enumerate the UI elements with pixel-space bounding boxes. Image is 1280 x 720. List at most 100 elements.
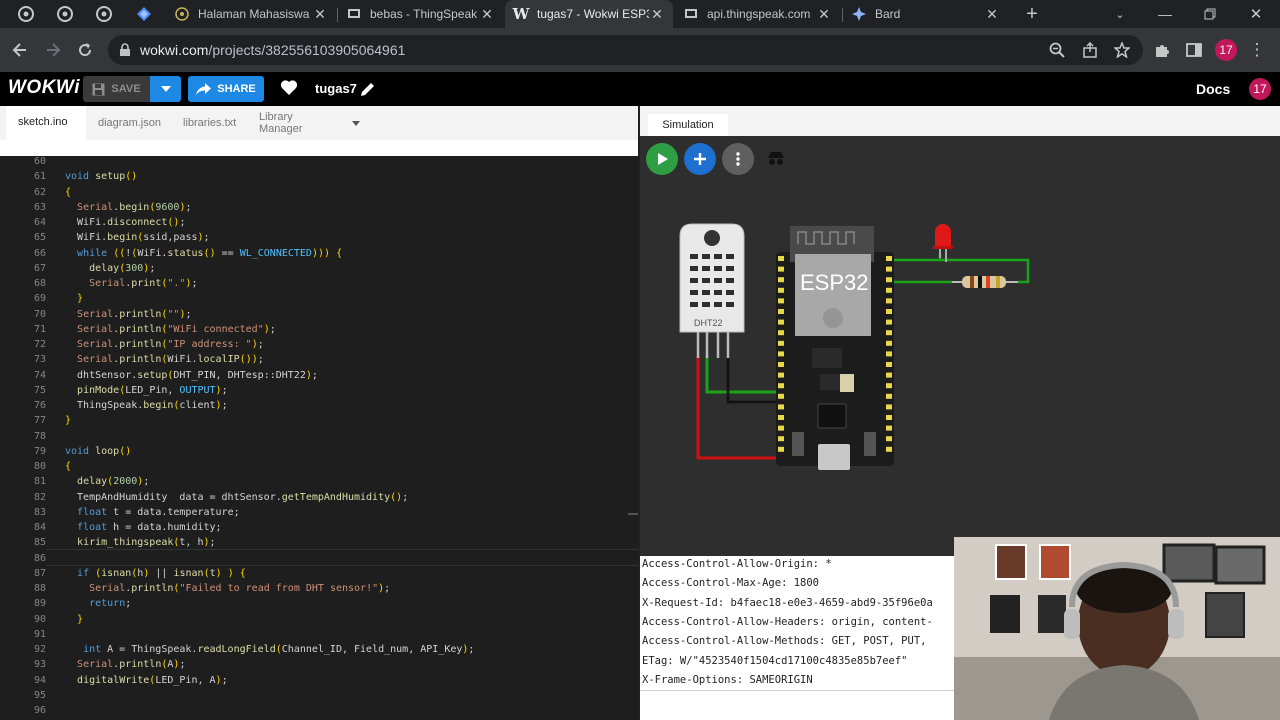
browser-tab-4[interactable]: Bard ✕: [843, 0, 1008, 28]
code-line[interactable]: Serial.print(".");: [65, 278, 197, 289]
close-tab-icon[interactable]: ✕: [649, 6, 665, 23]
header-pin[interactable]: [778, 277, 784, 283]
browser-tab-2[interactable]: W tugas7 - Wokwi ESP32 ✕: [505, 0, 673, 28]
header-pin[interactable]: [886, 404, 892, 410]
code-line[interactable]: digitalWrite(LED_Pin, A);: [65, 675, 228, 686]
header-pin[interactable]: [886, 298, 892, 304]
close-window-icon[interactable]: ✕: [1246, 4, 1266, 24]
code-line[interactable]: }: [65, 293, 83, 304]
red-led[interactable]: [933, 224, 953, 262]
tab-diagram-json[interactable]: diagram.json: [86, 106, 172, 140]
browser-tab-0[interactable]: Halaman Mahasiswa ✕: [166, 0, 336, 28]
bookmark-star-icon[interactable]: [1110, 38, 1134, 62]
header-pin[interactable]: [886, 425, 892, 431]
code-line[interactable]: WiFi.disconnect();: [65, 217, 185, 228]
browser-tab-1[interactable]: bebas - ThingSpeak ✕: [338, 0, 503, 28]
header-pin[interactable]: [778, 340, 784, 346]
header-pin[interactable]: [778, 404, 784, 410]
more-vert-icon[interactable]: ⋮: [1245, 38, 1269, 62]
address-bar[interactable]: wokwi.com/projects/382556103905064961: [108, 35, 1143, 65]
wokwi-profile-avatar[interactable]: 17: [1249, 78, 1271, 100]
extensions-puzzle-icon[interactable]: [1150, 38, 1174, 62]
code-line[interactable]: Serial.println("WiFi connected");: [65, 324, 276, 335]
header-pin[interactable]: [886, 330, 892, 336]
pinned-tab-3[interactable]: [94, 4, 114, 24]
code-line[interactable]: Serial.println(A);: [65, 659, 185, 670]
lock-icon[interactable]: [119, 43, 131, 57]
code-line[interactable]: float h = data.humidity;: [65, 522, 222, 533]
header-pin[interactable]: [886, 351, 892, 357]
profile-avatar[interactable]: 17: [1215, 39, 1237, 61]
header-pin[interactable]: [886, 266, 892, 272]
code-line[interactable]: if (isnan(h) || isnan(t) ) {: [65, 568, 246, 579]
header-pin[interactable]: [886, 319, 892, 325]
save-button[interactable]: SAVE: [83, 76, 150, 102]
zoom-icon[interactable]: [1045, 38, 1069, 62]
header-pin[interactable]: [778, 330, 784, 336]
pinned-tab-1[interactable]: [16, 4, 36, 24]
header-pin[interactable]: [886, 372, 892, 378]
header-pin[interactable]: [778, 287, 784, 293]
code-line[interactable]: void setup(): [65, 171, 137, 182]
serial-monitor[interactable]: Access-Control-Allow-Origin: * Access-Con…: [640, 556, 954, 720]
pencil-icon[interactable]: [360, 82, 375, 97]
code-line[interactable]: TempAndHumidity data = dhtSensor.getTemp…: [65, 492, 408, 503]
header-pin[interactable]: [778, 446, 784, 452]
close-tab-icon[interactable]: ✕: [984, 6, 1000, 23]
editor-scroll-indicator[interactable]: [628, 513, 638, 515]
header-pin[interactable]: [886, 393, 892, 399]
new-tab-icon[interactable]: +: [1022, 3, 1042, 25]
code-line[interactable]: }: [65, 614, 83, 625]
close-tab-icon[interactable]: ✕: [816, 6, 832, 23]
code-line[interactable]: delay(300);: [65, 263, 155, 274]
pinned-tab-4[interactable]: [134, 4, 154, 24]
close-tab-icon[interactable]: ✕: [479, 6, 495, 23]
header-pin[interactable]: [886, 309, 892, 314]
wokwi-logo[interactable]: WOKWi: [8, 77, 80, 99]
header-pin[interactable]: [778, 372, 784, 378]
tab-simulation[interactable]: Simulation: [648, 114, 728, 136]
share-page-icon[interactable]: [1078, 38, 1102, 62]
header-pin[interactable]: [778, 351, 784, 357]
header-pin[interactable]: [778, 362, 784, 367]
forward-arrow-icon[interactable]: [41, 38, 65, 62]
header-pin[interactable]: [778, 266, 784, 272]
code-line[interactable]: {: [65, 187, 71, 198]
header-pin[interactable]: [778, 256, 784, 261]
code-line[interactable]: pinMode(LED_Pin, OUTPUT);: [65, 385, 228, 396]
header-pin[interactable]: [886, 436, 892, 442]
tab-search-chevron-icon[interactable]: ⌄: [1110, 4, 1130, 24]
code-line[interactable]: ThingSpeak.begin(client);: [65, 400, 228, 411]
header-pin[interactable]: [886, 362, 892, 367]
code-line[interactable]: Serial.println("Failed to read from DHT …: [65, 583, 390, 594]
tab-libraries-txt[interactable]: libraries.txt: [171, 106, 247, 140]
header-pin[interactable]: [778, 425, 784, 431]
header-pin[interactable]: [778, 309, 784, 314]
browser-tab-3[interactable]: api.thingspeak.com ✕: [675, 0, 840, 28]
reload-icon[interactable]: [73, 38, 97, 62]
header-pin[interactable]: [886, 415, 892, 420]
header-pin[interactable]: [778, 393, 784, 399]
header-pin[interactable]: [886, 446, 892, 452]
pinned-tab-2[interactable]: [55, 4, 75, 24]
header-pin[interactable]: [886, 256, 892, 261]
code-line[interactable]: Serial.begin(9600);: [65, 202, 191, 213]
header-pin[interactable]: [778, 298, 784, 304]
code-line[interactable]: Serial.println(WiFi.localIP());: [65, 354, 264, 365]
code-line[interactable]: dhtSensor.setup(DHT_PIN, DHTesp::DHT22);: [65, 370, 318, 381]
code-line[interactable]: void loop(): [65, 446, 131, 457]
code-line[interactable]: WiFi.begin(ssid,pass);: [65, 232, 210, 243]
minimize-window-icon[interactable]: —: [1155, 4, 1175, 24]
header-pin[interactable]: [886, 383, 892, 389]
chevron-down-icon[interactable]: [352, 121, 360, 126]
code-line[interactable]: return;: [65, 598, 131, 609]
project-name[interactable]: tugas7: [315, 81, 357, 96]
heart-icon[interactable]: [280, 79, 298, 95]
code-line[interactable]: delay(2000);: [65, 476, 149, 487]
esp32-board[interactable]: ESP32: [776, 226, 894, 470]
code-line[interactable]: }: [65, 415, 71, 426]
code-editor[interactable]: 60 61 62 63 64 65 66 67 68 69 70 71 72 73 74 75 76 77 78 79…: [0, 156, 638, 720]
close-tab-icon[interactable]: ✕: [312, 6, 328, 23]
code-line[interactable]: int A = ThingSpeak.readLongField(Channel…: [65, 644, 474, 655]
code-line[interactable]: Serial.println("");: [65, 309, 191, 320]
